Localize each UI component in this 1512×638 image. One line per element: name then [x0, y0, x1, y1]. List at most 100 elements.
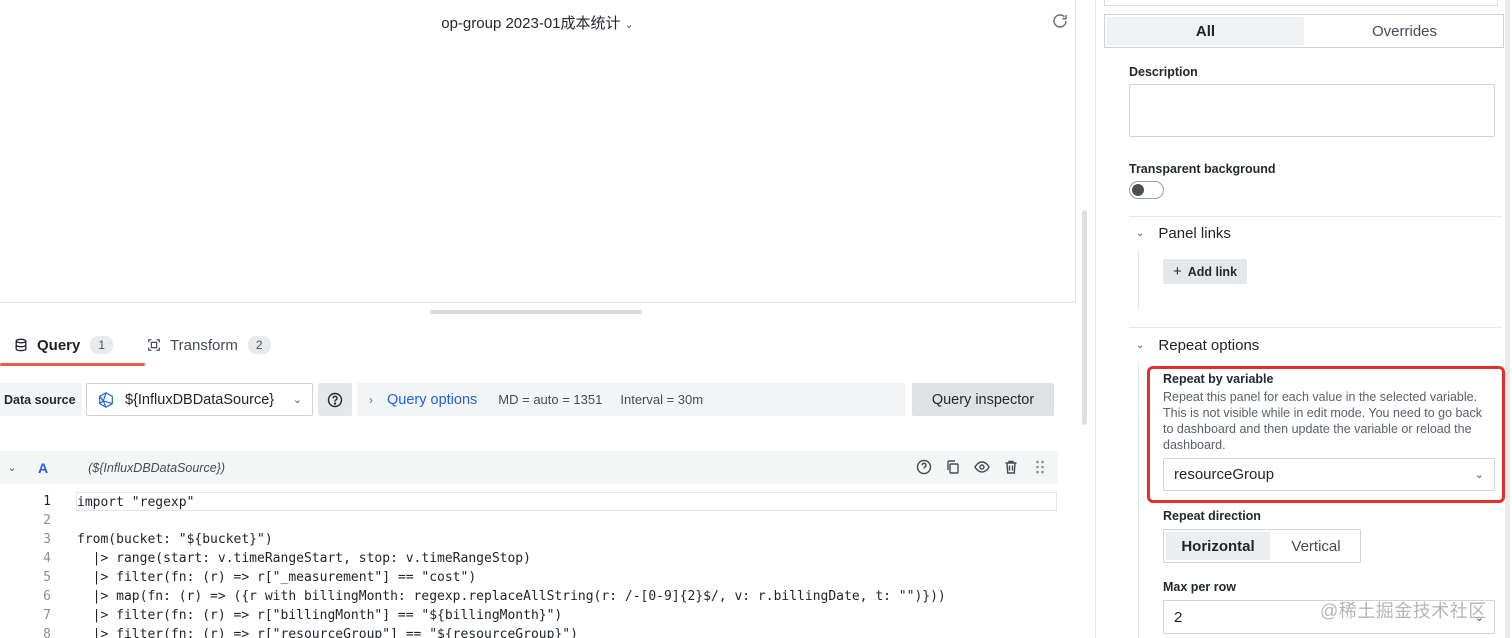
divider	[1129, 216, 1502, 217]
direction-horizontal-option[interactable]: Horizontal	[1166, 532, 1270, 560]
max-data-points: MD = auto = 1351	[498, 392, 603, 407]
trash-icon[interactable]	[1003, 459, 1019, 475]
query-toolbar: Data source ${InfluxDBDataSource} ⌄ › Qu…	[0, 380, 1076, 420]
search-box-edge	[1104, 0, 1498, 6]
tab-query[interactable]: Query 1	[0, 325, 146, 366]
repeat-options-header[interactable]: ⌄ Repeat options	[1136, 337, 1259, 354]
chevron-down-icon: ⌄	[292, 394, 302, 406]
code-line: 7 |> filter(fn: (r) => r["billingMonth"]…	[0, 606, 1060, 625]
query-inspector-button[interactable]: Query inspector	[912, 383, 1054, 416]
line-number: 1	[43, 494, 51, 509]
repeat-by-variable-label: Repeat by variable	[1163, 372, 1274, 386]
max-per-row-value: 2	[1174, 608, 1183, 626]
tab-overrides[interactable]: Overrides	[1306, 15, 1503, 47]
max-per-row-label: Max per row	[1163, 580, 1236, 594]
chevron-down-icon[interactable]: ⌄	[0, 461, 24, 474]
repeat-direction-label: Repeat direction	[1163, 509, 1261, 523]
options-pane: All Overrides Description Transparent ba…	[1095, 0, 1512, 638]
line-number: 4	[43, 551, 51, 566]
tab-query-label: Query	[37, 336, 81, 354]
query-ref-id[interactable]: A	[38, 460, 48, 476]
code-line: 6 |> map(fn: (r) => ({r with billingMont…	[0, 587, 1060, 606]
code-text: |> range(start: v.timeRangeStart, stop: …	[77, 551, 531, 566]
interval-value: Interval = 30m	[620, 392, 704, 407]
code-line: 2	[0, 511, 1060, 530]
code-text: import "regexp"	[76, 492, 1057, 511]
chevron-down-icon: ⌄	[1474, 469, 1484, 481]
code-editor[interactable]: 1 import "regexp" 2 3 from(bucket: "${bu…	[0, 492, 1060, 638]
question-circle-icon	[327, 392, 343, 407]
code-line: 8 |> filter(fn: (r) => r["resourceGroup"…	[0, 625, 1060, 638]
repeat-direction-segment: Horizontal Vertical	[1163, 529, 1361, 563]
divider	[1129, 327, 1502, 328]
chevron-down-icon: ⌄	[624, 19, 634, 31]
copy-icon[interactable]	[945, 459, 961, 475]
database-icon	[15, 338, 27, 352]
influxdb-icon	[99, 391, 113, 408]
code-line: 5 |> filter(fn: (r) => r["_measurement"]…	[0, 568, 1060, 587]
add-link-label: Add link	[1187, 264, 1238, 279]
code-line: 4 |> range(start: v.timeRangeStart, stop…	[0, 549, 1060, 568]
data-source-value: ${InfluxDBDataSource}	[125, 391, 275, 408]
drag-handle-icon[interactable]	[1032, 459, 1048, 475]
query-options[interactable]: › Query options MD = auto = 1351 Interva…	[357, 383, 905, 416]
repeat-variable-select[interactable]: resourceGroup ⌄	[1163, 458, 1495, 491]
code-text: |> filter(fn: (r) => r["billingMonth"] =…	[77, 608, 563, 623]
data-source-label: Data source	[0, 383, 82, 416]
direction-vertical-option[interactable]: Vertical	[1272, 530, 1360, 562]
code-line: 1 import "regexp"	[0, 492, 1060, 511]
repeat-options-label: Repeat options	[1158, 337, 1260, 354]
repeat-variable-value: resourceGroup	[1174, 466, 1275, 483]
line-number: 2	[43, 513, 51, 528]
line-number: 3	[43, 532, 51, 547]
help-button[interactable]	[318, 383, 352, 416]
question-circle-icon[interactable]	[916, 459, 932, 475]
editor-tabs: Query 1 Transform 2	[0, 325, 285, 366]
tab-query-count: 1	[90, 336, 114, 354]
panel-links-label: Panel links	[1158, 225, 1231, 242]
chevron-right-icon: ›	[369, 392, 373, 407]
query-datasource-name: (${InfluxDBDataSource})	[88, 460, 226, 475]
tab-transform[interactable]: Transform 2	[133, 325, 284, 365]
line-number: 7	[43, 608, 51, 623]
plus-icon: +	[1172, 263, 1182, 280]
description-textarea[interactable]	[1129, 84, 1495, 137]
add-link-button[interactable]: + Add link	[1163, 259, 1247, 284]
line-number: 6	[43, 589, 51, 604]
watermark: @稀土掘金技术社区	[1320, 601, 1487, 621]
line-number: 5	[43, 570, 51, 585]
code-text: |> filter(fn: (r) => r["resourceGroup"] …	[77, 627, 578, 638]
repeat-by-variable-description: Repeat this panel for each value in the …	[1163, 390, 1482, 452]
data-source-picker[interactable]: ${InfluxDBDataSource} ⌄	[86, 383, 313, 416]
query-options-label: Query options	[387, 391, 478, 408]
transform-icon	[148, 339, 160, 351]
code-text: from(bucket: "${bucket}")	[77, 532, 273, 547]
line-number: 8	[43, 627, 51, 638]
section-guide	[1138, 250, 1139, 310]
transparent-background-label: Transparent background	[1129, 162, 1276, 176]
panel-links-header[interactable]: ⌄ Panel links	[1136, 225, 1231, 242]
resize-handle[interactable]	[430, 310, 642, 314]
options-segment: All Overrides	[1104, 14, 1504, 48]
panel-preview: op-group 2023-01成本统计 ⌄	[0, 0, 1076, 303]
tab-transform-label: Transform	[170, 336, 238, 354]
eye-icon[interactable]	[974, 459, 990, 475]
chevron-down-icon: ⌄	[1136, 228, 1145, 239]
tab-transform-count: 2	[247, 336, 271, 354]
tab-all[interactable]: All	[1107, 17, 1304, 45]
code-text: |> map(fn: (r) => ({r with billingMonth:…	[77, 589, 946, 604]
transparent-background-toggle[interactable]	[1129, 181, 1164, 199]
chevron-down-icon: ⌄	[1136, 340, 1145, 351]
description-label: Description	[1129, 65, 1198, 79]
section-guide	[1138, 362, 1139, 638]
panel-title[interactable]: op-group 2023-01成本统计 ⌄	[0, 12, 1075, 33]
code-text: |> filter(fn: (r) => r["_measurement"] =…	[77, 570, 477, 585]
scrollbar[interactable]	[1082, 210, 1087, 425]
scrollbar[interactable]	[1505, 0, 1510, 638]
panel-title-text: op-group 2023-01成本统计	[441, 15, 621, 32]
refresh-icon[interactable]	[1051, 12, 1069, 30]
query-row-actions	[916, 459, 1048, 475]
query-row-header[interactable]: ⌄ A (${InfluxDBDataSource})	[0, 451, 1058, 484]
code-line: 3 from(bucket: "${bucket}")	[0, 530, 1060, 549]
